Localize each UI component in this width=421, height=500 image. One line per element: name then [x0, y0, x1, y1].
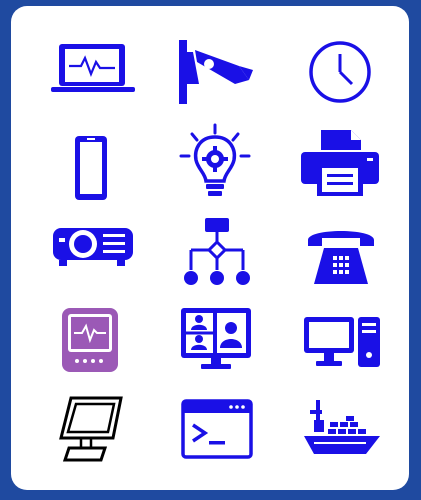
- laptop-heartbeat-icon: [51, 42, 135, 96]
- clock-icon: [308, 40, 372, 104]
- security-camera-icon: [179, 40, 253, 104]
- page-background: [0, 0, 421, 500]
- patient-monitor-icon: [62, 308, 118, 372]
- video-conference-icon: [179, 306, 253, 370]
- printer-icon: [301, 128, 379, 198]
- terminal-window-icon: [181, 399, 253, 459]
- cargo-ship-icon: [302, 398, 382, 458]
- lightbulb-gear-icon: [178, 123, 252, 201]
- smartphone-icon: [73, 134, 109, 202]
- desktop-computer-icon: [304, 315, 380, 369]
- desk-telephone-icon: [306, 224, 376, 286]
- icon-grid-card: [11, 6, 409, 490]
- projector-icon: [51, 224, 135, 268]
- kiosk-terminal-icon: [57, 396, 123, 464]
- network-hierarchy-icon: [183, 218, 251, 286]
